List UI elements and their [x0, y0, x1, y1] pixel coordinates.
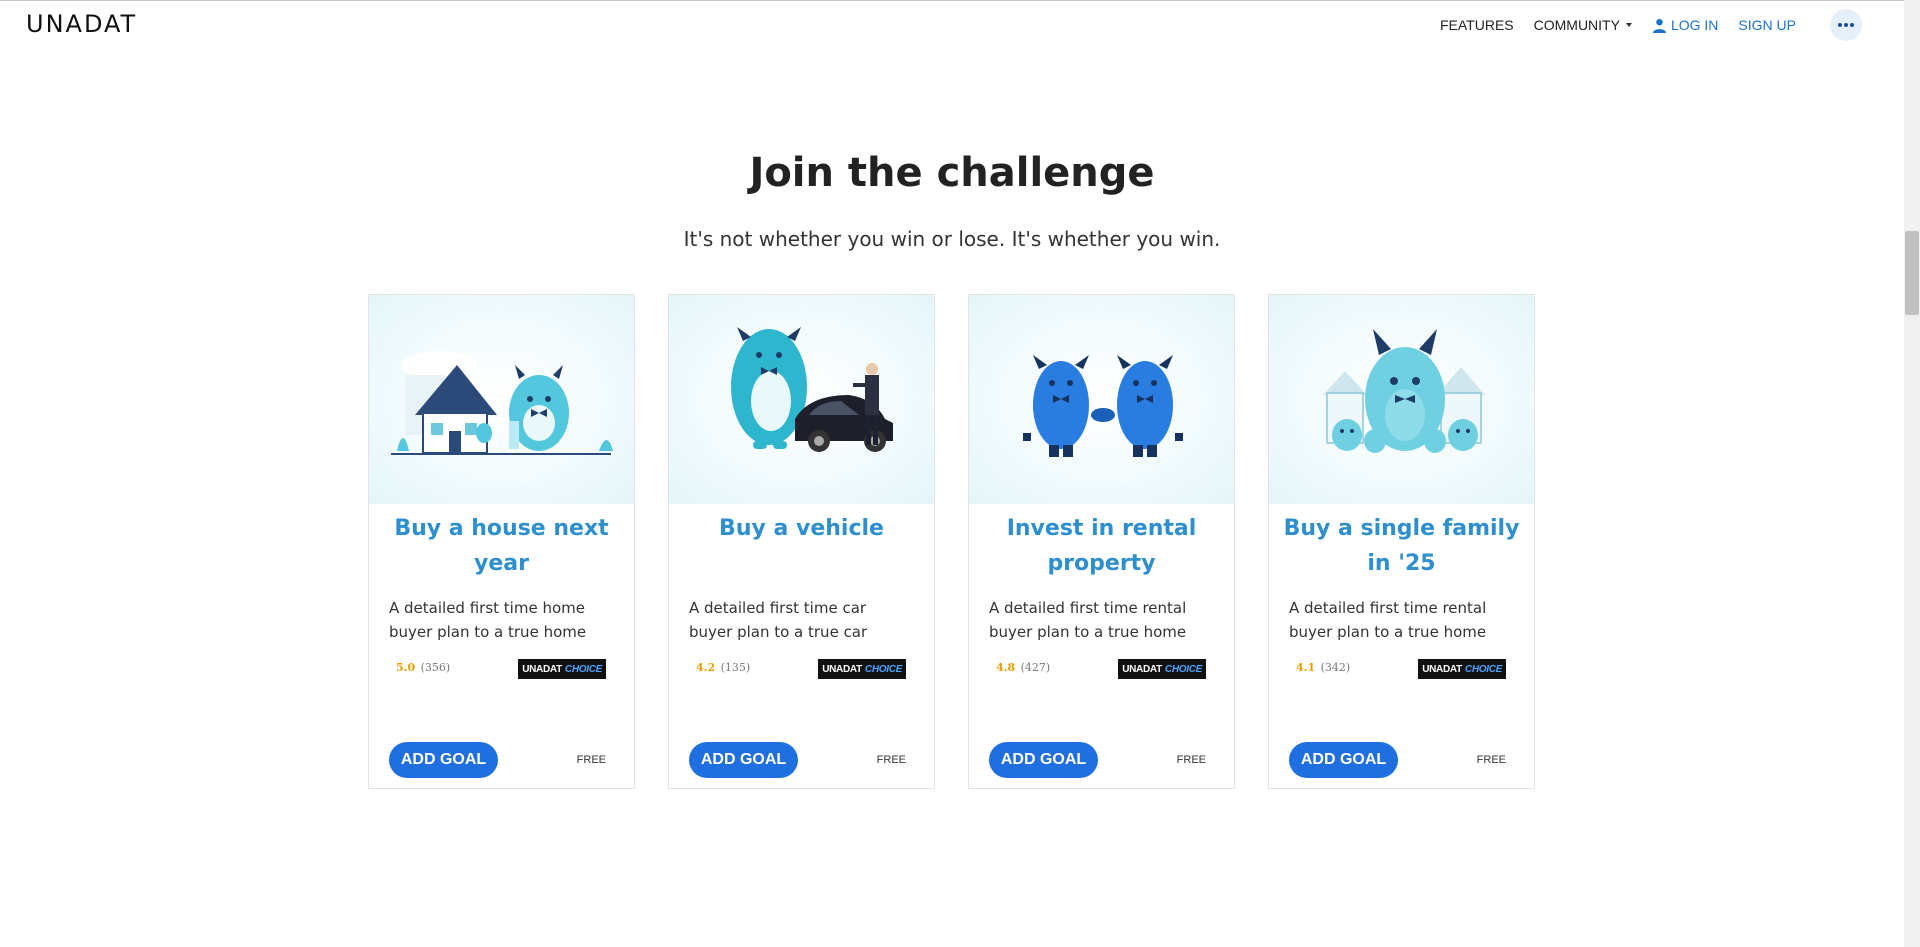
rating-score: 4.8: [996, 661, 1016, 674]
nav-community[interactable]: COMMUNITY: [1534, 17, 1632, 33]
rating-score: 4.1: [1296, 661, 1316, 674]
scrollbar-thumb[interactable]: [1905, 231, 1919, 315]
nav-login-label: LOG IN: [1670, 17, 1719, 33]
monster-car-illustration: [669, 295, 934, 504]
unadat-choice-badge: UNADAT CHOICE: [1418, 659, 1506, 679]
add-goal-button[interactable]: ADD GOAL: [989, 742, 1098, 778]
price-label: FREE: [876, 754, 906, 766]
monsters-handshake-illustration: [969, 295, 1234, 504]
price-label: FREE: [1476, 754, 1506, 766]
goal-card[interactable]: Buy a vehicle A detailed first time car …: [668, 294, 935, 789]
nav-signup-label: SIGN UP: [1738, 17, 1796, 33]
page: UNADAT FEATURES COMMUNITY LOG IN SIGN UP: [0, 0, 1920, 947]
badge-brand: UNADAT: [522, 663, 562, 675]
rating-score: 4.2: [696, 661, 716, 674]
goal-card[interactable]: Buy a house next year A detailed first t…: [368, 294, 635, 789]
card-title[interactable]: Buy a vehicle: [677, 511, 926, 546]
badge-choice: CHOICE: [564, 663, 602, 675]
logo[interactable]: UNADAT: [26, 10, 137, 38]
rating-count: (342): [1320, 661, 1351, 674]
unadat-choice-badge: UNADAT CHOICE: [518, 659, 606, 679]
add-goal-button[interactable]: ADD GOAL: [689, 742, 798, 778]
card-description: A detailed first time rental buyer plan …: [1289, 599, 1487, 641]
hero-title: Join the challenge: [749, 150, 1155, 196]
nav-signup[interactable]: SIGN UP: [1738, 17, 1796, 33]
price-label: FREE: [576, 754, 606, 766]
rating: 4.1 (342): [1296, 661, 1350, 674]
more-menu-button[interactable]: [1830, 9, 1862, 41]
badge-choice: CHOICE: [864, 663, 902, 675]
nav-community-label: COMMUNITY: [1533, 17, 1620, 33]
goal-card[interactable]: Buy a single family in '25 A detailed fi…: [1268, 294, 1535, 789]
card-description: A detailed first time car buyer plan to …: [689, 599, 868, 641]
rating: 4.2 (135): [696, 661, 750, 674]
unadat-choice-badge: UNADAT CHOICE: [818, 659, 906, 679]
add-goal-button[interactable]: ADD GOAL: [389, 742, 498, 778]
rating-score: 5.0: [396, 661, 416, 674]
nav-login[interactable]: LOG IN: [1652, 17, 1718, 33]
badge-brand: UNADAT: [1122, 663, 1162, 675]
card-title[interactable]: Invest in rental property: [977, 511, 1226, 581]
monster-house-illustration: [369, 295, 634, 504]
card-title[interactable]: Buy a single family in '25: [1277, 511, 1526, 581]
badge-choice: CHOICE: [1464, 663, 1502, 675]
rating-count: (427): [1020, 661, 1051, 674]
dot: [1838, 23, 1842, 27]
rating-count: (135): [720, 661, 751, 674]
user-icon: [1652, 18, 1667, 33]
badge-brand: UNADAT: [1422, 663, 1462, 675]
card-title[interactable]: Buy a house next year: [377, 511, 626, 581]
hero-subtitle: It's not whether you win or lose. It's w…: [683, 227, 1221, 251]
nav-features[interactable]: FEATURES: [1440, 17, 1514, 33]
unadat-choice-badge: UNADAT CHOICE: [1118, 659, 1206, 679]
nav-links: FEATURES COMMUNITY LOG IN SIGN UP: [1420, 1, 1904, 49]
rating: 4.8 (427): [996, 661, 1050, 674]
page-scrollbar[interactable]: [1904, 0, 1920, 947]
logo-text: UNADAT: [26, 10, 138, 38]
badge-choice: CHOICE: [1164, 663, 1202, 675]
nav-features-label: FEATURES: [1439, 17, 1514, 33]
card-description: A detailed first time rental buyer plan …: [989, 599, 1187, 641]
badge-brand: UNADAT: [822, 663, 862, 675]
price-label: FREE: [1176, 754, 1206, 766]
rating: 5.0 (356): [396, 661, 450, 674]
dot: [1844, 23, 1848, 27]
card-description: A detailed first time home buyer plan to…: [389, 599, 587, 641]
navbar: UNADAT FEATURES COMMUNITY LOG IN SIGN UP: [0, 1, 1904, 49]
rating-count: (356): [420, 661, 451, 674]
dot: [1850, 23, 1854, 27]
caret-down-icon: [1625, 23, 1632, 27]
monster-family-illustration: [1269, 295, 1534, 504]
goal-card[interactable]: Invest in rental property A detailed fir…: [968, 294, 1235, 789]
add-goal-button[interactable]: ADD GOAL: [1289, 742, 1398, 778]
